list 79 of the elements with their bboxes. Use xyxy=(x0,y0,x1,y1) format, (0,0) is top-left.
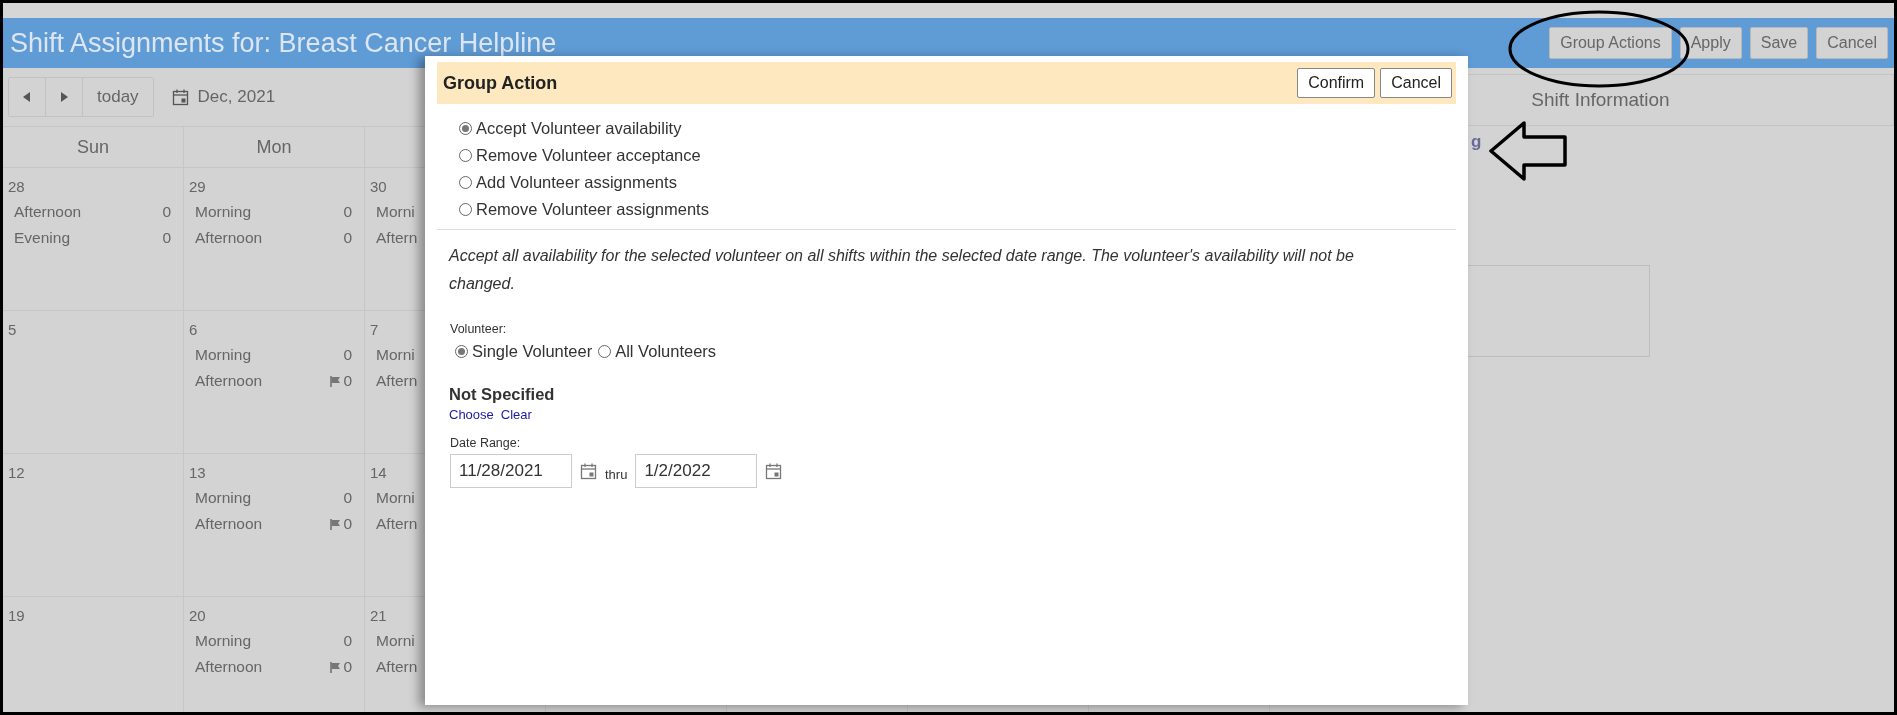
shift-count: 0 xyxy=(343,229,352,247)
radio-label[interactable]: Add Volunteer assignments xyxy=(476,173,677,192)
radio-label[interactable]: Accept Volunteer availability xyxy=(476,119,682,138)
radio-button[interactable] xyxy=(455,345,468,358)
shift-name[interactable]: Afternoon xyxy=(195,515,263,533)
shift-count: 0 xyxy=(343,489,352,507)
day-number: 14 xyxy=(370,464,387,481)
dialog-button[interactable]: Cancel xyxy=(1380,68,1452,98)
header-button[interactable]: Apply xyxy=(1679,27,1742,59)
date-field[interactable]: 1/2/2022 xyxy=(635,454,758,488)
header-button[interactable]: Cancel xyxy=(1816,27,1888,59)
shift-count: 0 xyxy=(162,203,171,221)
radio-button[interactable] xyxy=(459,203,472,216)
field-label: Date Range: xyxy=(450,436,521,450)
shift-name[interactable]: Morning xyxy=(195,632,251,650)
shift-name[interactable]: Morning xyxy=(195,346,251,364)
radio-label[interactable]: Remove Volunteer acceptance xyxy=(476,146,701,165)
radio-button[interactable] xyxy=(598,345,612,358)
radio-button[interactable] xyxy=(459,122,472,135)
shift-name[interactable]: Morni xyxy=(376,346,415,364)
shift-count: 0 xyxy=(343,515,352,533)
calendar-icon xyxy=(171,88,189,106)
caret-right-icon xyxy=(60,92,68,102)
calendar-icon[interactable] xyxy=(765,462,783,480)
shift-name[interactable]: Morning xyxy=(195,489,251,507)
calendar-icon[interactable] xyxy=(580,462,597,480)
weekday-header: Sun xyxy=(77,136,109,158)
day-number: 5 xyxy=(8,321,17,338)
day-number: 29 xyxy=(189,178,206,195)
shift-count: 0 xyxy=(343,203,352,221)
range-separator: thru xyxy=(605,466,628,482)
shift-name[interactable]: Morning xyxy=(195,203,251,221)
shift-name[interactable]: Afternoon xyxy=(195,229,263,247)
link[interactable]: g xyxy=(1471,132,1482,152)
shift-name[interactable]: Aftern xyxy=(376,372,418,390)
day-number: 21 xyxy=(370,607,387,624)
shift-count: 0 xyxy=(162,229,171,247)
day-number: 19 xyxy=(8,607,25,624)
shift-name[interactable]: Aftern xyxy=(376,229,418,247)
caret-left-icon xyxy=(23,92,31,102)
day-number: 30 xyxy=(370,178,387,195)
shift-name[interactable]: Afternoon xyxy=(195,658,263,676)
dialog-button[interactable]: Confirm xyxy=(1297,68,1376,98)
shift-count: 0 xyxy=(343,632,352,650)
description: Accept all availability for the selected volunteer on all shifts within the selected date range. The volunteer's availability will not be changed. xyxy=(449,246,1355,294)
day-number: 12 xyxy=(8,464,25,481)
day-number: 7 xyxy=(370,321,379,338)
date-field[interactable]: 11/28/2021 xyxy=(450,454,572,488)
shift-name[interactable]: Morni xyxy=(376,489,415,507)
link[interactable]: Clear xyxy=(500,407,532,422)
radio-button[interactable] xyxy=(459,149,472,162)
header-button[interactable]: Group Actions xyxy=(1549,27,1672,59)
shift-name[interactable]: Aftern xyxy=(376,515,418,533)
previous-button[interactable] xyxy=(9,78,46,116)
shift-name[interactable]: Aftern xyxy=(376,658,418,676)
radio-label[interactable]: Single Volunteer xyxy=(472,342,593,361)
shift-name[interactable]: Evening xyxy=(14,229,70,247)
link[interactable]: Choose xyxy=(449,407,494,422)
shift-count: 0 xyxy=(343,658,352,676)
shift-name[interactable]: Morni xyxy=(376,203,415,221)
header-button[interactable]: Save xyxy=(1749,27,1809,59)
shift-name[interactable]: Afternoon xyxy=(195,372,263,390)
day-number: 28 xyxy=(8,178,25,195)
shift-count: 0 xyxy=(343,346,352,364)
day-number: 6 xyxy=(189,321,198,338)
weekday-header: Mon xyxy=(256,136,292,158)
day-number: 20 xyxy=(189,607,206,624)
shift-name[interactable]: Morni xyxy=(376,632,415,650)
volunteer-name: Not Specified xyxy=(449,385,555,404)
day-number: 13 xyxy=(189,464,206,481)
shift-count: 0 xyxy=(343,372,352,390)
field-label: Volunteer: xyxy=(450,322,507,336)
page-title: Shift Assignments for: Breast Cancer Helpline xyxy=(10,27,557,59)
shift-name[interactable]: Afternoon xyxy=(14,203,82,221)
radio-button[interactable] xyxy=(459,176,472,189)
dialog-title: Group Action xyxy=(443,72,558,94)
radio-label[interactable]: Remove Volunteer assignments xyxy=(476,200,709,219)
radio-label[interactable]: All Volunteers xyxy=(615,342,717,361)
month-label: Dec, 2021 xyxy=(197,87,276,107)
